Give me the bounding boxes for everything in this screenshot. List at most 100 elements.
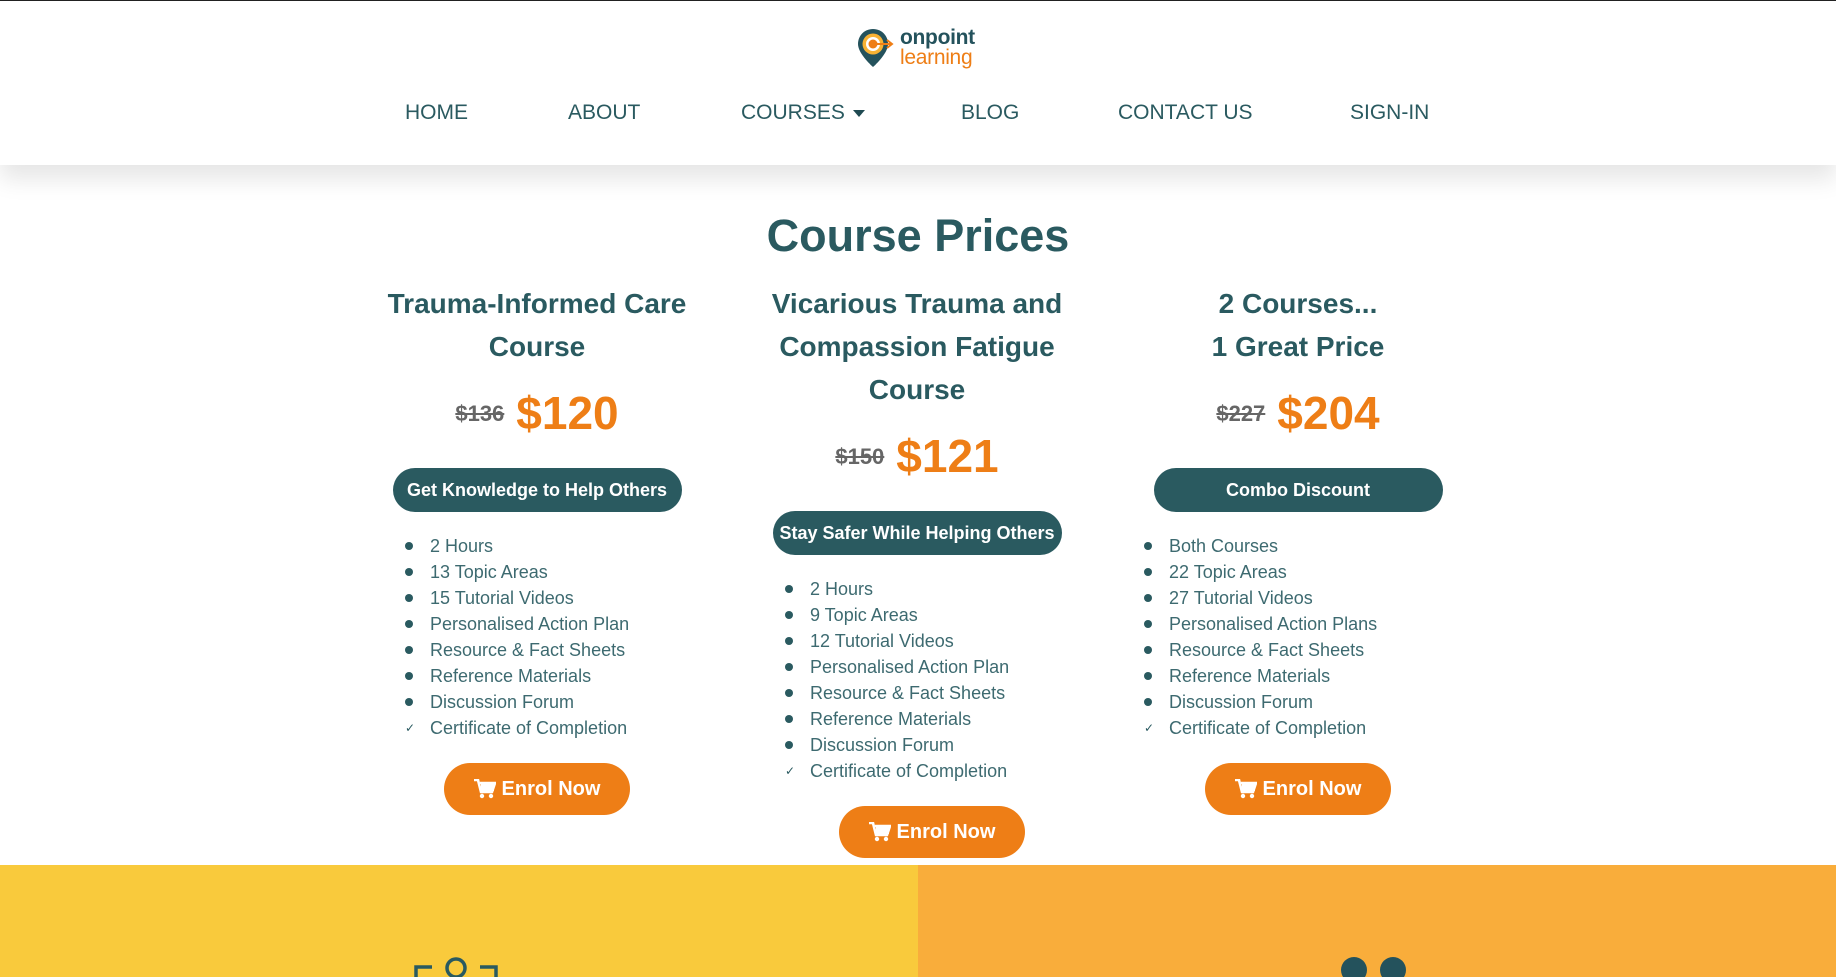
nav-courses[interactable]: COURSES	[741, 101, 865, 125]
cart-icon	[473, 779, 496, 799]
list-item: 22 Topic Areas	[1144, 559, 1488, 585]
enrol-now-button[interactable]: Enrol Now	[444, 763, 630, 815]
site-logo[interactable]: onpoint learning	[856, 27, 975, 69]
logo-text-onpoint: onpoint	[900, 26, 975, 49]
site-header: onpoint learning HOME ABOUT COURSES BLOG…	[0, 1, 1836, 165]
bullet-icon	[405, 698, 413, 706]
nav-blog[interactable]: BLOG	[961, 101, 1019, 125]
bullet-icon	[785, 637, 793, 645]
caret-down-icon	[852, 109, 865, 117]
check-icon: ✓	[405, 721, 416, 735]
bullet-icon	[1144, 672, 1152, 680]
chat-dots-icon	[1341, 957, 1406, 977]
people-icon	[414, 957, 498, 977]
bullet-icon	[405, 672, 413, 680]
list-item: Resource & Fact Sheets	[405, 637, 727, 663]
feature-text: Reference Materials	[1169, 665, 1331, 686]
feature-text: Certificate of Completion	[810, 760, 1008, 781]
list-item: ✓ Certificate of Completion	[405, 715, 727, 741]
price-block: $227 $204	[1216, 386, 1379, 440]
list-item: ✓ Certificate of Completion	[1144, 715, 1488, 741]
feature-text: Certificate of Completion	[430, 717, 628, 738]
feature-text: Personalised Action Plans	[1169, 613, 1378, 634]
course-title-line: Compassion Fatigue	[779, 331, 1055, 362]
feature-text: 9 Topic Areas	[810, 604, 918, 625]
nav-about[interactable]: ABOUT	[568, 101, 640, 125]
feature-text: Certificate of Completion	[1169, 717, 1367, 738]
bullet-icon	[1144, 646, 1152, 654]
old-price: $150	[835, 444, 885, 469]
bullet-icon	[785, 715, 793, 723]
list-item: 27 Tutorial Videos	[1144, 585, 1488, 611]
bullet-icon	[785, 689, 793, 697]
course-title-line: 2 Courses...	[1218, 288, 1378, 319]
feature-text: Both Courses	[1169, 535, 1279, 556]
course-title: Trauma-Informed Care Course	[388, 282, 687, 368]
nav-sign-in[interactable]: SIGN-IN	[1350, 101, 1429, 125]
bullet-icon	[1144, 594, 1152, 602]
feature-text: Personalised Action Plan	[810, 656, 1010, 677]
feature-text: Discussion Forum	[430, 691, 575, 712]
feature-text: 2 Hours	[430, 535, 494, 556]
main-nav: HOME ABOUT COURSES BLOG CONTACT US SIGN-…	[0, 101, 1836, 131]
price-block: $136 $120	[455, 386, 618, 440]
list-item: Discussion Forum	[785, 732, 1107, 758]
course-title: Vicarious Trauma and Compassion Fatigue …	[772, 282, 1063, 411]
new-price: $204	[1277, 387, 1380, 439]
check-icon: ✓	[785, 764, 796, 778]
nav-home[interactable]: HOME	[405, 101, 468, 125]
feature-text: 2 Hours	[810, 578, 874, 599]
feature-text: Resource & Fact Sheets	[810, 682, 1006, 703]
feature-text: Resource & Fact Sheets	[1169, 639, 1365, 660]
feature-band-left	[0, 865, 918, 977]
feature-text: 27 Tutorial Videos	[1169, 587, 1313, 608]
enrol-now-button[interactable]: Enrol Now	[839, 806, 1025, 858]
list-item: Personalised Action Plan	[785, 654, 1107, 680]
feature-text: Resource & Fact Sheets	[430, 639, 626, 660]
logo-wordmark: onpoint learning	[900, 26, 975, 68]
feature-text: 22 Topic Areas	[1169, 561, 1287, 582]
enrol-label: Enrol Now	[896, 820, 996, 843]
bullet-icon	[405, 542, 413, 550]
list-item: Resource & Fact Sheets	[785, 680, 1107, 706]
feature-list: 2 Hours 13 Topic Areas 15 Tutorial Video…	[347, 533, 727, 741]
bullet-icon	[405, 620, 413, 628]
list-item: Reference Materials	[1144, 663, 1488, 689]
pricing-card-vicarious-trauma: Vicarious Trauma and Compassion Fatigue …	[727, 282, 1107, 858]
course-tag: Stay Safer While Helping Others	[772, 511, 1062, 555]
course-title: 2 Courses... 1 Great Price	[1212, 282, 1385, 368]
list-item: Both Courses	[1144, 533, 1488, 559]
old-price: $136	[455, 401, 505, 426]
new-price: $121	[896, 430, 999, 482]
price-block: $150 $121	[835, 429, 998, 483]
enrol-now-button[interactable]: Enrol Now	[1205, 763, 1391, 815]
feature-text: Reference Materials	[810, 708, 972, 729]
course-title-line: Course	[488, 331, 586, 362]
bullet-icon	[785, 585, 793, 593]
bullet-icon	[1144, 698, 1152, 706]
list-item: ✓ Certificate of Completion	[785, 758, 1107, 784]
target-pin-icon	[858, 29, 894, 67]
bullet-icon	[405, 646, 413, 654]
feature-band-right	[918, 865, 1836, 977]
course-tag: Get Knowledge to Help Others	[392, 468, 682, 512]
bullet-icon	[1144, 620, 1152, 628]
bullet-icon	[785, 611, 793, 619]
bullet-icon	[785, 663, 793, 671]
feature-text: Discussion Forum	[810, 734, 955, 755]
feature-text: 13 Topic Areas	[430, 561, 548, 582]
list-item: Reference Materials	[785, 706, 1107, 732]
bullet-icon	[785, 741, 793, 749]
pricing-card-trauma-informed-care: Trauma-Informed Care Course $136 $120 Ge…	[347, 282, 727, 815]
new-price: $120	[516, 387, 619, 439]
list-item: 13 Topic Areas	[405, 559, 727, 585]
feature-text: Personalised Action Plan	[430, 613, 630, 634]
list-item: Resource & Fact Sheets	[1144, 637, 1488, 663]
nav-contact-us[interactable]: CONTACT US	[1118, 101, 1253, 125]
old-price: $227	[1216, 401, 1266, 426]
course-title-line: Course	[868, 374, 966, 405]
feature-text: Discussion Forum	[1169, 691, 1314, 712]
list-item: 2 Hours	[405, 533, 727, 559]
feature-text: 12 Tutorial Videos	[810, 630, 954, 651]
list-item: Personalised Action Plan	[405, 611, 727, 637]
